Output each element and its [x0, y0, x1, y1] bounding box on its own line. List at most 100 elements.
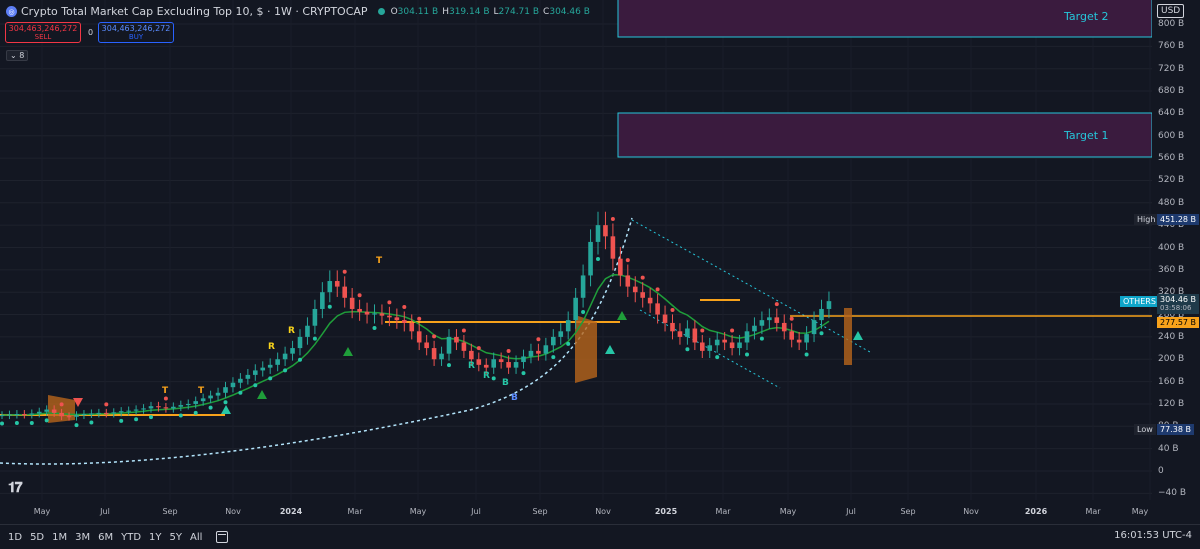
- candle-body: [171, 406, 176, 409]
- time-tick-label: Sep: [900, 507, 916, 516]
- price-axis[interactable]: [1152, 0, 1200, 520]
- candle-body: [379, 313, 385, 316]
- buy-price: 304,463,246,272: [101, 24, 171, 33]
- candles: [0, 211, 832, 421]
- candle-body: [811, 320, 817, 335]
- candle-body: [774, 317, 780, 323]
- range-5y[interactable]: 5Y: [170, 532, 182, 543]
- high-tag: High: [1134, 214, 1159, 225]
- price-tick-label: 0: [1158, 466, 1164, 476]
- signal-letter: R: [288, 326, 295, 336]
- sell-button[interactable]: 304,463,246,272 SELL: [5, 22, 81, 43]
- tradingview-logo[interactable]: 𝟏𝟕: [8, 480, 23, 496]
- symbol-icon: ◎: [6, 6, 17, 17]
- candle-body: [729, 342, 735, 349]
- candle-body: [96, 412, 102, 414]
- signal-dot: [774, 302, 779, 307]
- range-3m[interactable]: 3M: [75, 532, 90, 543]
- candle-body: [781, 322, 787, 332]
- candle-body: [14, 414, 20, 416]
- signal-dot: [327, 304, 332, 309]
- chart-area[interactable]: TTTRRRRBB: [0, 0, 1152, 520]
- sell-label: SELL: [34, 33, 52, 41]
- price-tick-label: 360 B: [1158, 264, 1185, 275]
- candle-body: [148, 406, 154, 409]
- time-tick-label: Sep: [162, 507, 178, 516]
- signal-dot: [447, 363, 451, 368]
- range-all[interactable]: All: [190, 532, 202, 543]
- candle-body: [744, 331, 750, 343]
- price-tick-label: −40 B: [1158, 488, 1187, 499]
- market-status-dot: [377, 8, 385, 15]
- candle-body: [36, 411, 42, 414]
- candle-body: [342, 286, 347, 298]
- signal-dot: [581, 310, 586, 315]
- buy-triangle: [605, 345, 615, 354]
- price-chart[interactable]: T TTRRRRBB: [0, 0, 1152, 520]
- signal-dot: [119, 418, 124, 423]
- signal-dot: [238, 390, 243, 395]
- calendar-icon[interactable]: [216, 531, 229, 543]
- signal-letter: R: [483, 371, 490, 381]
- candle-body: [454, 336, 459, 343]
- volume-box-3: [844, 308, 852, 365]
- indicators-toggle[interactable]: ⌄ 8: [6, 50, 29, 61]
- signal-dot: [163, 396, 168, 401]
- candle-body: [610, 236, 616, 259]
- buy-triangle: [617, 311, 627, 320]
- signal-dot: [551, 355, 556, 360]
- signal-dot: [223, 400, 228, 405]
- range-6m[interactable]: 6M: [98, 532, 113, 543]
- range-1y[interactable]: 1Y: [149, 532, 161, 543]
- candle-body: [714, 339, 720, 346]
- signal-dot: [208, 405, 213, 410]
- buy-triangle: [853, 331, 863, 340]
- range-5d[interactable]: 5D: [30, 532, 44, 543]
- price-tick-label: 560 B: [1158, 153, 1185, 164]
- time-tick-label: Nov: [595, 507, 611, 516]
- candle-body: [22, 414, 27, 416]
- candle-body: [491, 359, 496, 368]
- candle-body: [133, 409, 139, 411]
- candle-body: [521, 356, 526, 363]
- orange-level-value: 277.57 B: [1157, 317, 1200, 328]
- buy-triangle: [221, 405, 231, 414]
- signal-dot: [44, 418, 49, 423]
- candle-body: [483, 364, 489, 368]
- currency-select[interactable]: USD: [1157, 4, 1185, 18]
- candle-body: [163, 407, 169, 409]
- candle-body: [7, 414, 12, 416]
- signal-dot: [566, 341, 571, 346]
- price-tick-label: 600 B: [1158, 130, 1185, 141]
- signal-dot: [298, 357, 302, 362]
- candle-body: [44, 409, 49, 412]
- range-ytd[interactable]: YTD: [121, 532, 141, 543]
- candle-body: [372, 313, 377, 315]
- signal-letter: T: [162, 386, 169, 396]
- signal-letter: B: [502, 378, 509, 388]
- time-tick-label: Jul: [846, 507, 856, 516]
- signal-dot: [14, 420, 19, 425]
- candle-body: [513, 362, 519, 368]
- signal-dot: [89, 420, 94, 425]
- candle-body: [51, 409, 57, 413]
- candle-body: [692, 328, 698, 343]
- candle-body: [185, 403, 191, 406]
- buy-label: BUY: [128, 33, 144, 41]
- candle-body: [327, 281, 333, 293]
- signal-letter: B: [511, 393, 518, 403]
- candle-body: [498, 359, 504, 363]
- channel-upper-line: [631, 219, 871, 353]
- buy-button[interactable]: 304,463,246,272 BUY: [98, 22, 174, 43]
- price-tick-label: 240 B: [1158, 331, 1185, 342]
- candle-body: [752, 325, 757, 332]
- candle-body: [81, 414, 87, 416]
- candle-body: [677, 331, 683, 337]
- candle-body: [74, 415, 79, 417]
- range-1m[interactable]: 1M: [52, 532, 67, 543]
- candle-body: [223, 387, 228, 393]
- candle-body: [796, 339, 802, 343]
- parabolic-curve: [0, 217, 633, 465]
- range-1d[interactable]: 1D: [8, 532, 22, 543]
- time-tick-label: May: [1131, 507, 1149, 516]
